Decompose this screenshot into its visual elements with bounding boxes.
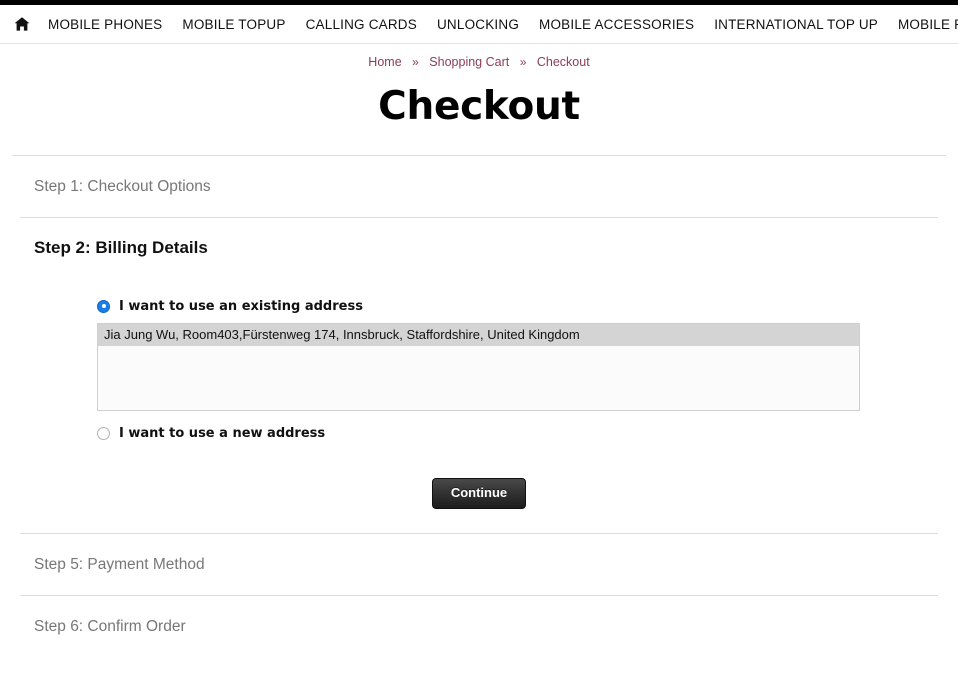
page-title: Checkout [378, 84, 580, 129]
radio-new-address[interactable] [97, 426, 110, 440]
step-panel-payment-method: Step 5: Payment Method [20, 533, 938, 595]
nav-item-international-top-up[interactable]: INTERNATIONAL TOP UP [704, 17, 888, 32]
nav-item-calling-cards[interactable]: CALLING CARDS [296, 17, 427, 32]
address-listbox[interactable]: Jia Jung Wu, Room403,Fürstenweg 174, Inn… [97, 322, 860, 411]
nav-item-mobile-topup[interactable]: MOBILE TOPUP [172, 17, 295, 32]
step-header-confirm-order[interactable]: Step 6: Confirm Order [20, 596, 938, 657]
nav-item-mobile-repairs[interactable]: MOBILE REPAIRS [888, 17, 958, 32]
new-address-option-row[interactable]: I want to use a new address [97, 426, 924, 441]
home-icon[interactable] [14, 12, 30, 36]
breadcrumb: Home » Shopping Cart » Checkout [0, 55, 958, 69]
step-panel-billing-details: Step 2: Billing Details I want to use an… [20, 216, 938, 533]
continue-button-row: Continue [34, 441, 924, 533]
continue-button[interactable]: Continue [431, 477, 527, 510]
checkout-steps-accordion: Step 1: Checkout Options Step 2: Billing… [0, 156, 958, 657]
existing-address-option-row[interactable]: I want to use an existing address [97, 299, 924, 314]
step-header-checkout-options[interactable]: Step 1: Checkout Options [20, 156, 938, 217]
step-header-payment-method[interactable]: Step 5: Payment Method [20, 534, 938, 595]
nav-item-mobile-phones[interactable]: MOBILE PHONES [38, 17, 172, 32]
billing-details-body: I want to use an existing address Jia Ju… [20, 277, 938, 533]
step-panel-confirm-order: Step 6: Confirm Order [20, 595, 938, 657]
radio-existing-address-label[interactable]: I want to use an existing address [119, 299, 363, 314]
breadcrumb-item-shopping-cart[interactable]: Shopping Cart [429, 55, 509, 69]
nav-item-unlocking[interactable]: UNLOCKING [427, 17, 529, 32]
address-option[interactable]: Jia Jung Wu, Room403,Fürstenweg 174, Inn… [98, 323, 859, 346]
breadcrumb-item-home[interactable]: Home [368, 55, 401, 69]
breadcrumb-item-checkout[interactable]: Checkout [537, 55, 590, 69]
nav-item-mobile-accessories[interactable]: MOBILE ACCESSORIES [529, 17, 704, 32]
main-navigation: MOBILE PHONES MOBILE TOPUP CALLING CARDS… [0, 5, 958, 44]
radio-existing-address[interactable] [97, 299, 110, 313]
step-panel-checkout-options: Step 1: Checkout Options [20, 156, 938, 217]
radio-new-address-label[interactable]: I want to use a new address [119, 426, 325, 441]
step-header-billing-details[interactable]: Step 2: Billing Details [20, 218, 938, 277]
breadcrumb-separator-icon: » [519, 55, 527, 69]
breadcrumb-separator-icon: » [412, 55, 419, 69]
